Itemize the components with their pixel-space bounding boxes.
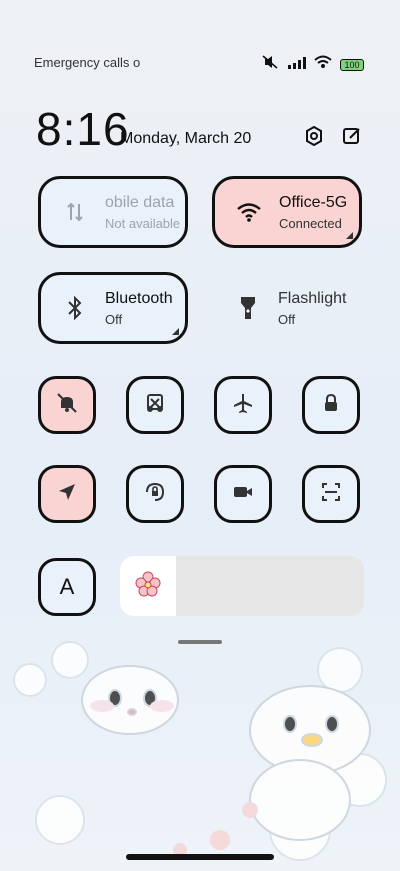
- signal-icon: [288, 56, 306, 74]
- home-indicator[interactable]: [126, 854, 274, 860]
- wifi-icon: [229, 202, 269, 222]
- tile-screen-recorder[interactable]: [214, 465, 272, 523]
- bluetooth-status: Off: [105, 311, 123, 327]
- tile-flashlight[interactable]: Flashlight Off: [214, 272, 364, 344]
- bell-off-icon: [55, 391, 79, 420]
- tile-mobile-data[interactable]: obile data Not available: [38, 176, 188, 248]
- wifi-expand-indicator: [346, 232, 353, 239]
- wifi-network-name: Office-5G: [279, 193, 348, 211]
- wifi-status: Connected: [279, 215, 342, 231]
- silent-vibrate-icon: [262, 55, 280, 74]
- background-illustration: [0, 640, 400, 866]
- clock-date: Monday, March 20: [120, 130, 252, 147]
- status-icons: 100: [262, 55, 364, 74]
- wifi-icon: [314, 55, 332, 74]
- brightness-slider[interactable]: [120, 556, 364, 616]
- edit-button[interactable]: [342, 126, 362, 146]
- mobile-data-title: obile data: [105, 193, 175, 211]
- settings-button[interactable]: [304, 125, 324, 147]
- airplane-icon: [231, 391, 255, 420]
- bluetooth-title: Bluetooth: [105, 289, 173, 307]
- mobile-data-status: Not available: [105, 215, 181, 231]
- tile-screenshot[interactable]: [126, 376, 184, 434]
- bluetooth-expand-indicator: [172, 328, 179, 335]
- gear-icon: [304, 125, 324, 150]
- lock-icon: [319, 391, 343, 420]
- flashlight-status: Off: [278, 311, 296, 327]
- battery-indicator: 100: [340, 58, 364, 71]
- video-camera-icon: [231, 480, 255, 509]
- scan-icon: [319, 480, 343, 509]
- flashlight-title: Flashlight: [278, 289, 347, 307]
- tile-location[interactable]: [38, 465, 96, 523]
- tile-bluetooth[interactable]: Bluetooth Off: [38, 272, 188, 344]
- tile-wifi[interactable]: Office-5G Connected: [212, 176, 362, 248]
- tile-scanner[interactable]: [302, 465, 360, 523]
- rotation-lock-icon: [143, 480, 167, 509]
- flashlight-icon: [228, 295, 268, 321]
- screenshot-icon: [143, 391, 167, 420]
- status-text: Emergency calls o: [34, 55, 141, 70]
- tile-lock[interactable]: [302, 376, 360, 434]
- edit-icon: [342, 128, 362, 150]
- location-arrow-icon: [55, 480, 79, 509]
- tile-airplane[interactable]: [214, 376, 272, 434]
- tile-mute[interactable]: [38, 376, 96, 434]
- bluetooth-icon: [55, 295, 95, 321]
- tile-rotation-lock[interactable]: [126, 465, 184, 523]
- mobile-data-icon: [55, 200, 95, 224]
- flower-icon: [135, 571, 161, 602]
- brightness-level: [120, 556, 176, 616]
- clock-time: 8:16: [36, 103, 130, 155]
- font-size-label: A: [59, 574, 75, 599]
- tile-font-size[interactable]: A: [38, 558, 96, 616]
